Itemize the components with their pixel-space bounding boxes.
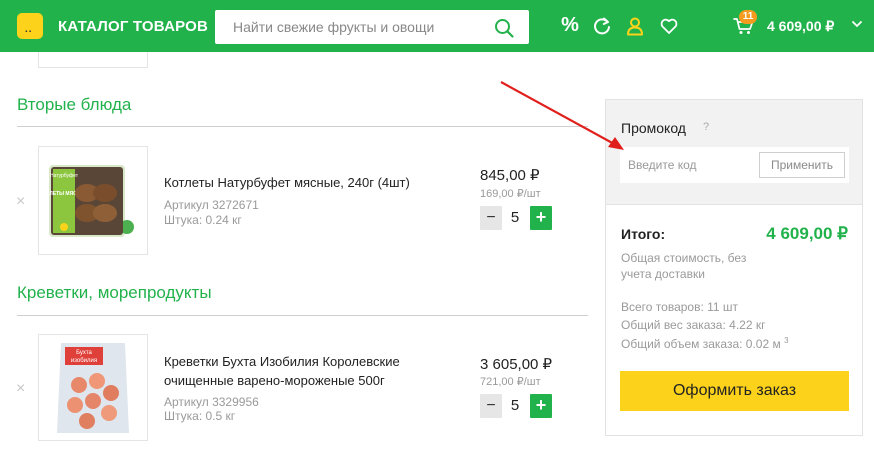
product-name-line: очищенные варено-мороженые 500г	[164, 373, 385, 388]
refresh-icon[interactable]	[592, 16, 612, 36]
checkout-button[interactable]: Оформить заказ	[620, 371, 849, 411]
search-input[interactable]	[215, 10, 485, 44]
cart-total[interactable]: 4 609,00 ₽	[767, 18, 834, 35]
quantity-value[interactable]: 5	[506, 206, 524, 230]
product-name-line: Креветки Бухта Изобилия Королевские	[164, 354, 400, 369]
catalog-menu-button[interactable]: КАТАЛОГ ТОВАРОВ	[58, 18, 208, 35]
apply-promo-button[interactable]: Применить	[759, 152, 845, 178]
search-box	[215, 10, 529, 44]
product-article: Артикул 3272671	[164, 198, 259, 212]
promo-panel: Промокод ? Применить	[605, 99, 863, 205]
image-brand-text: Натурбуфет	[50, 173, 79, 179]
section-title-main-dishes: Вторые блюда	[17, 95, 132, 114]
close-icon[interactable]: ×	[16, 380, 25, 398]
total-label: Итого:	[621, 226, 666, 242]
product-unit-price: 169,00 ₽/шт	[480, 188, 541, 200]
order-volume-text: Общий объем заказа: 0.02 м	[621, 337, 781, 351]
close-icon[interactable]: ×	[16, 193, 25, 211]
promo-code-input[interactable]	[620, 147, 755, 183]
order-volume-sup: 3	[784, 336, 789, 345]
section-title-seafood: Креветки, морепродукты	[17, 283, 212, 302]
cart-count-badge: 11	[739, 10, 757, 24]
order-volume: Общий объем заказа: 0.02 м 3	[621, 336, 789, 351]
percent-icon[interactable]: %	[560, 14, 580, 36]
section-divider	[17, 126, 588, 127]
header-bar: .. КАТАЛОГ ТОВАРОВ % 11 4 609,00 ₽	[0, 0, 874, 52]
total-value: 4 609,00 ₽	[766, 224, 848, 243]
user-icon[interactable]	[625, 16, 645, 36]
product-article: Артикул 3329956	[164, 395, 259, 409]
search-icon[interactable]	[494, 18, 514, 38]
shrimp-package-image: Бухта изобилия	[57, 343, 129, 433]
promo-field: Применить	[620, 147, 849, 183]
product-image[interactable]: Бухта изобилия	[38, 334, 148, 441]
previous-product-card	[38, 52, 148, 68]
image-brand-text-2: изобилия	[71, 358, 97, 364]
items-count: Всего товаров: 11 шт	[621, 300, 739, 314]
quantity-stepper: − 5 +	[480, 394, 552, 418]
total-note: Общая стоимость, без учета доставки	[621, 251, 747, 281]
section-divider	[17, 315, 588, 316]
plus-button[interactable]: +	[530, 394, 552, 418]
help-icon[interactable]: ?	[703, 121, 709, 133]
product-weight: Штука: 0.5 кг	[164, 409, 236, 423]
product-weight: Штука: 0.24 кг	[164, 213, 242, 227]
minus-button[interactable]: −	[480, 206, 502, 230]
plus-button[interactable]: +	[530, 206, 552, 230]
minus-button[interactable]: −	[480, 394, 502, 418]
cutlets-package-image: Натурбуфет КОТЛЕТЫ МЯСНЫЕ	[39, 165, 134, 237]
product-name[interactable]: Креветки Бухта Изобилия Королевские очищ…	[164, 352, 400, 390]
product-image[interactable]: Натурбуфет КОТЛЕТЫ МЯСНЫЕ	[38, 146, 148, 255]
quantity-value[interactable]: 5	[506, 394, 524, 418]
order-summary: Итого: 4 609,00 ₽ Общая стоимость, без у…	[605, 205, 863, 436]
product-price: 3 605,00 ₽	[480, 356, 553, 373]
product-price: 845,00 ₽	[480, 167, 540, 184]
quantity-stepper: − 5 +	[480, 206, 552, 230]
logo-icon[interactable]: ..	[17, 13, 43, 39]
image-brand-text: Бухта	[76, 350, 92, 356]
order-weight: Общий вес заказа: 4.22 кг	[621, 318, 766, 332]
product-name[interactable]: Котлеты Натурбуфет мясные, 240г (4шт)	[164, 173, 410, 192]
product-unit-price: 721,00 ₽/шт	[480, 376, 541, 388]
promo-title: Промокод	[621, 120, 686, 136]
heart-icon[interactable]	[659, 16, 679, 36]
chevron-down-icon[interactable]	[851, 18, 863, 30]
logo-dots: ..	[25, 24, 33, 35]
